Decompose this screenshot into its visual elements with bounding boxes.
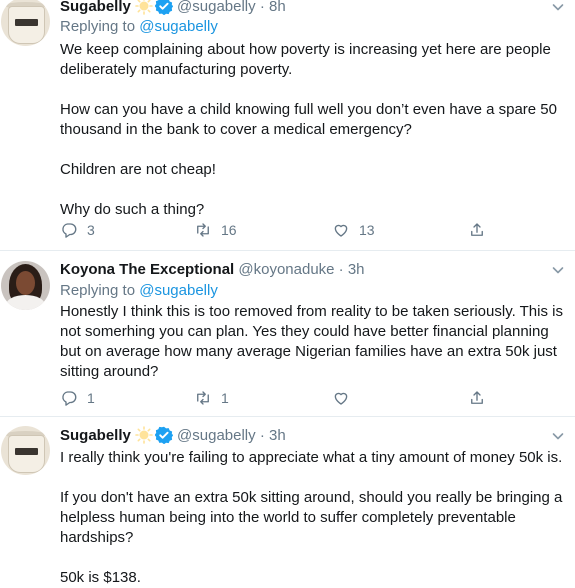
like-button[interactable]: 13 bbox=[332, 218, 375, 242]
share-button[interactable] bbox=[468, 386, 495, 410]
heart-icon bbox=[334, 224, 348, 237]
timestamp[interactable]: 8h bbox=[269, 0, 286, 15]
display-name[interactable]: Koyona The Exceptional bbox=[60, 261, 234, 278]
replying-to-line: Replying to @sugabelly bbox=[60, 281, 218, 301]
reply-icon bbox=[62, 391, 77, 406]
retweet-icon bbox=[197, 223, 209, 237]
reply-count: 3 bbox=[87, 222, 95, 238]
sun-emoji-icon bbox=[135, 426, 153, 444]
display-name[interactable]: Sugabelly bbox=[60, 0, 131, 15]
separator-dot: · bbox=[338, 261, 344, 278]
tweet-paragraph: Honestly I think this is too removed fro… bbox=[60, 303, 563, 380]
reply-button[interactable]: 3 bbox=[60, 218, 95, 242]
user-handle[interactable]: @sugabelly bbox=[177, 427, 256, 444]
tweet-text: We keep complaining about how poverty is… bbox=[60, 40, 570, 220]
share-icon bbox=[471, 391, 483, 404]
retweet-count: 16 bbox=[221, 222, 237, 238]
tweet-1[interactable]: Sugabelly @sugabelly · 8h Replying to @s… bbox=[0, 0, 575, 250]
avatar[interactable] bbox=[1, 426, 50, 475]
tweet-paragraph: How can you have a child knowing full we… bbox=[60, 101, 557, 138]
separator-dot: · bbox=[259, 427, 265, 444]
sun-emoji-icon bbox=[135, 0, 153, 15]
retweet-button[interactable]: 1 bbox=[194, 386, 229, 410]
verified-badge-icon bbox=[154, 0, 173, 15]
tweet-2[interactable]: Koyona The Exceptional @koyonaduke · 3h … bbox=[0, 251, 575, 416]
chevron-down-icon[interactable] bbox=[551, 263, 565, 277]
like-button[interactable] bbox=[332, 386, 359, 410]
user-handle[interactable]: @koyonaduke bbox=[238, 261, 334, 278]
tweet-paragraph: We keep complaining about how poverty is… bbox=[60, 41, 551, 78]
user-handle[interactable]: @sugabelly bbox=[177, 0, 256, 15]
timestamp[interactable]: 3h bbox=[348, 261, 365, 278]
replying-to-label: Replying to bbox=[60, 282, 140, 299]
tweet-paragraph: Children are not cheap! bbox=[60, 161, 216, 178]
chevron-down-icon[interactable] bbox=[551, 429, 565, 443]
share-button[interactable] bbox=[468, 218, 495, 242]
tweet-3[interactable]: Sugabelly @sugabelly · 3h I really think… bbox=[0, 417, 575, 586]
replying-to-line: Replying to @sugabelly bbox=[60, 17, 218, 37]
tweet-header: Sugabelly @sugabelly · 3h bbox=[60, 426, 286, 446]
tweet-actions: 1 1 bbox=[60, 386, 530, 410]
retweet-button[interactable]: 16 bbox=[194, 218, 237, 242]
tweet-header: Sugabelly @sugabelly · 8h bbox=[60, 0, 286, 17]
retweet-count: 1 bbox=[221, 390, 229, 406]
tweet-paragraph: If you don't have an extra 50k sitting a… bbox=[60, 489, 563, 546]
like-count: 13 bbox=[359, 222, 375, 238]
tweet-text: Honestly I think this is too removed fro… bbox=[60, 302, 570, 382]
replying-to-link[interactable]: @sugabelly bbox=[139, 282, 218, 299]
share-icon bbox=[471, 223, 483, 236]
tweet-text: I really think you're failing to appreci… bbox=[60, 448, 570, 588]
reply-icon bbox=[62, 223, 77, 238]
replying-to-label: Replying to bbox=[60, 18, 140, 35]
tweet-header: Koyona The Exceptional @koyonaduke · 3h bbox=[60, 260, 365, 280]
replying-to-link[interactable]: @sugabelly bbox=[139, 18, 218, 35]
tweet-actions: 3 16 13 bbox=[60, 218, 530, 242]
heart-icon bbox=[334, 392, 348, 405]
reply-count: 1 bbox=[87, 390, 95, 406]
verified-badge-icon bbox=[154, 426, 173, 444]
avatar[interactable] bbox=[1, 0, 50, 46]
tweet-paragraph: Why do such a thing? bbox=[60, 201, 205, 218]
separator-dot: · bbox=[259, 0, 265, 15]
avatar[interactable] bbox=[1, 261, 50, 310]
tweet-paragraph: I really think you're failing to appreci… bbox=[60, 449, 563, 466]
retweet-icon bbox=[197, 391, 209, 405]
display-name[interactable]: Sugabelly bbox=[60, 427, 131, 444]
chevron-down-icon[interactable] bbox=[551, 0, 565, 14]
timestamp[interactable]: 3h bbox=[269, 427, 286, 444]
tweet-paragraph: 50k is $138. bbox=[60, 569, 141, 586]
reply-button[interactable]: 1 bbox=[60, 386, 95, 410]
